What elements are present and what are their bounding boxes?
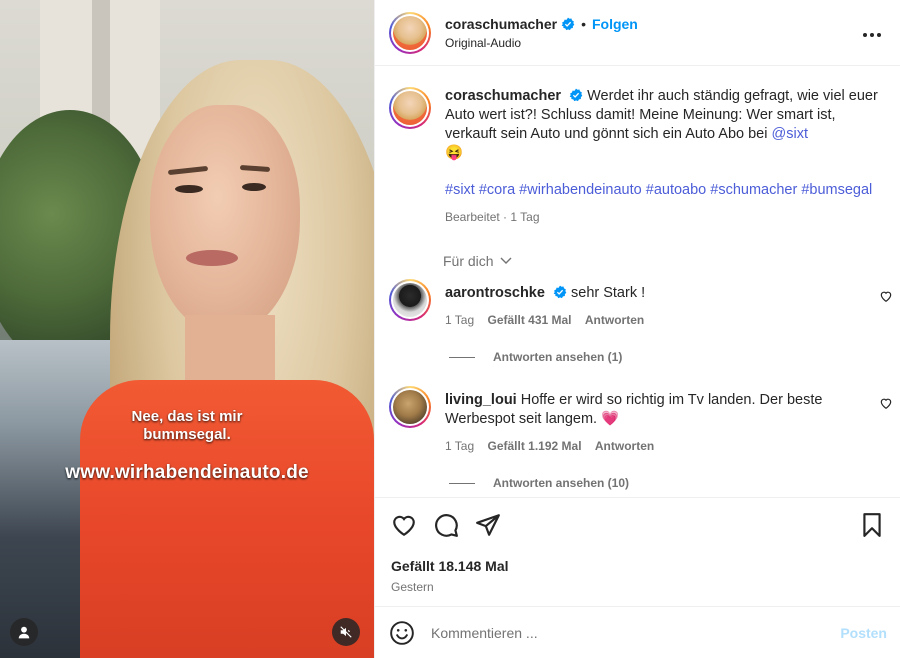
commenter-avatar-ring[interactable] [389,279,431,321]
share-icon[interactable] [475,512,501,538]
comment-username[interactable]: aarontroschke [445,285,545,301]
comment-likes[interactable]: Gefällt 1.192 Mal [487,439,581,453]
comment-composer: Posten [375,606,900,658]
bookmark-icon[interactable] [859,512,885,538]
reply-button[interactable]: Antworten [585,313,644,327]
post-actions: Gefällt 18.148 Mal Gestern [375,497,900,594]
comment-filter-label: Für dich [443,253,494,269]
user-tag-icon [18,626,30,639]
comment-likes[interactable]: Gefällt 431 Mal [487,313,571,327]
comment-item: living_loui Hoffe er wird so richtig im … [375,386,900,456]
caption-emoji: 😝 [445,145,464,161]
comment-text: sehr Stark ! [571,285,646,301]
caption-username[interactable]: coraschumacher [445,88,561,104]
post-comment-button[interactable]: Posten [840,625,887,641]
comment-username[interactable]: living_loui [445,392,517,408]
author-avatar-ring[interactable] [389,11,431,54]
video-subtitle-line2: bummsegal. [143,426,231,443]
comment-icon[interactable] [433,512,459,538]
post-like-count[interactable]: Gefällt 18.148 Mal [391,558,885,574]
reel-video[interactable]: Nee, das ist mir bummsegal. www.wirhaben… [0,0,374,658]
caption-avatar-ring[interactable] [389,87,431,129]
view-replies-button[interactable]: Antworten ansehen (10) [449,476,900,490]
separator-dot: • [581,15,586,32]
video-subtitle: Nee, das ist mir bummsegal. [0,408,374,444]
follow-button[interactable]: Folgen [592,16,638,32]
reply-button[interactable]: Antworten [595,439,654,453]
emoji-icon[interactable] [389,620,415,646]
caption-mention[interactable]: @sixt [772,126,808,142]
view-replies-label: Antworten ansehen (1) [493,350,623,364]
commenter-avatar-ring[interactable] [389,386,431,428]
hashtag[interactable]: #sixt [445,182,475,198]
verified-badge-icon [569,88,583,102]
heart-icon[interactable] [391,512,417,538]
comment-time: 1 Tag [445,439,475,453]
view-replies-label: Antworten ansehen (10) [493,476,630,490]
avatar [393,390,427,424]
heart-icon[interactable] [879,396,893,410]
muted-speaker-icon [340,626,352,638]
post-header: coraschumacher • Folgen Original-Audio [375,0,900,66]
post-caption: coraschumacher Werdet ihr auch ständig g… [375,67,900,227]
comment-time: 1 Tag [445,313,475,327]
user-tag-button[interactable] [10,618,38,646]
view-replies-button[interactable]: Antworten ansehen (1) [449,350,900,364]
avatar [393,91,427,125]
instagram-post-modal: Nee, das ist mir bummsegal. www.wirhaben… [0,0,900,658]
comment-filter-dropdown[interactable]: Für dich [443,253,900,269]
comment-item: aarontroschke sehr Stark ! 1 Tag Gefällt… [375,279,900,330]
post-side-panel: coraschumacher • Folgen Original-Audio c… [374,0,900,658]
verified-badge-icon [561,17,575,30]
post-date: Gestern [391,580,434,594]
hashtag[interactable]: #wirhabendeinauto [519,182,642,198]
chevron-down-icon [500,257,512,264]
caption-meta: Bearbeitet · 1 Tag [445,210,540,224]
more-options-icon[interactable] [858,22,886,43]
heart-icon[interactable] [879,289,893,303]
video-subtitle-line1: Nee, das ist mir [131,408,243,425]
avatar [393,283,427,317]
verified-badge-icon [553,285,567,299]
hashtag[interactable]: #cora [479,182,515,198]
comments-scroll-area[interactable]: coraschumacher Werdet ihr auch ständig g… [375,67,900,497]
hashtag[interactable]: #autoabo [646,182,706,198]
comment-emoji: 💗 [601,411,620,427]
caption-hashtags: #sixt #cora #wirhabendeinauto #autoabo #… [445,181,887,200]
audio-link[interactable]: Original-Audio [445,36,858,50]
mute-toggle-button[interactable] [332,618,360,646]
hashtag[interactable]: #bumsegal [801,182,872,198]
author-username[interactable]: coraschumacher [445,16,557,32]
avatar [393,15,427,50]
video-watermark-url: www.wirhabendeinauto.de [65,462,309,483]
comment-input[interactable] [431,624,841,641]
hashtag[interactable]: #schumacher [710,182,797,198]
